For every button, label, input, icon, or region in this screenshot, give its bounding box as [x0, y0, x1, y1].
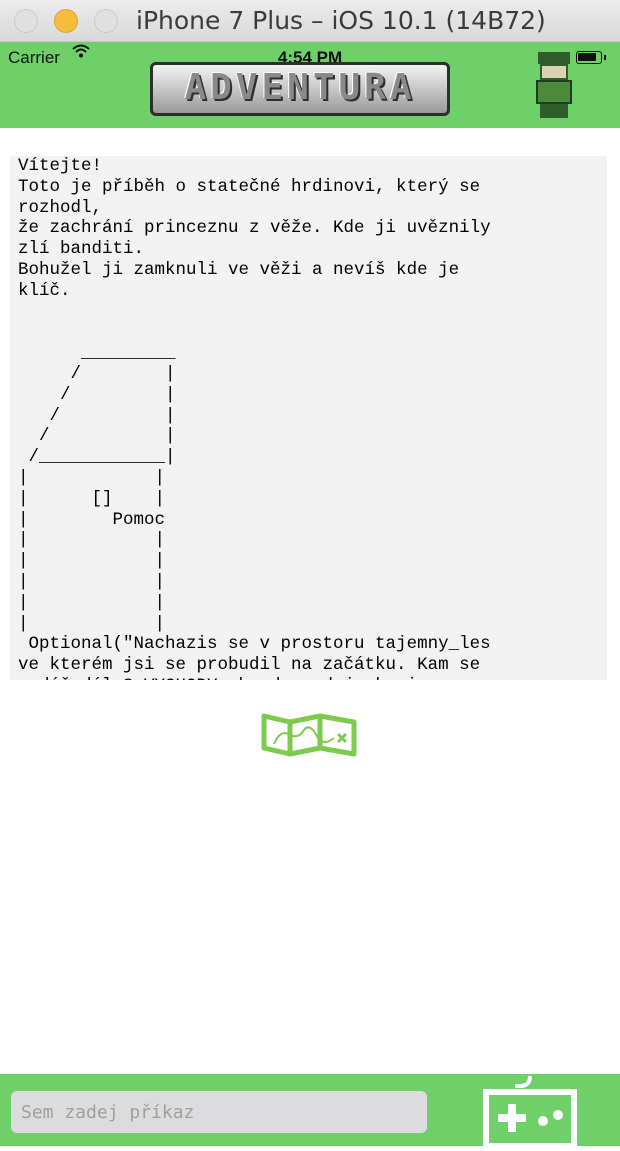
map-icon — [261, 713, 357, 757]
logo-text: ADVENTURA — [184, 67, 416, 108]
window-zoom-button[interactable] — [94, 9, 118, 33]
battery-icon — [576, 51, 606, 64]
submit-command-button[interactable] — [480, 1074, 580, 1149]
game-output-text: Vítejte! Toto je příběh o statečné hrdin… — [18, 156, 491, 680]
window-title: iPhone 7 Plus – iOS 10.1 (14B72) — [136, 6, 546, 35]
simulator-title-bar: iPhone 7 Plus – iOS 10.1 (14B72) — [0, 0, 620, 42]
window-minimize-button[interactable] — [54, 9, 78, 33]
app-logo: ADVENTURA — [150, 62, 450, 116]
window-close-button[interactable] — [14, 9, 38, 33]
app-header: Carrier 4:54 PM ADVENTURA — [0, 42, 620, 128]
command-input[interactable] — [11, 1091, 427, 1133]
battery-level — [578, 53, 596, 61]
map-button[interactable] — [260, 712, 358, 758]
command-bar — [0, 1074, 620, 1149]
gamepad-icon — [483, 1075, 577, 1149]
game-output-text-view[interactable]: Vítejte! Toto je příběh o statečné hrdin… — [10, 156, 607, 680]
hero-avatar-icon — [530, 52, 578, 120]
